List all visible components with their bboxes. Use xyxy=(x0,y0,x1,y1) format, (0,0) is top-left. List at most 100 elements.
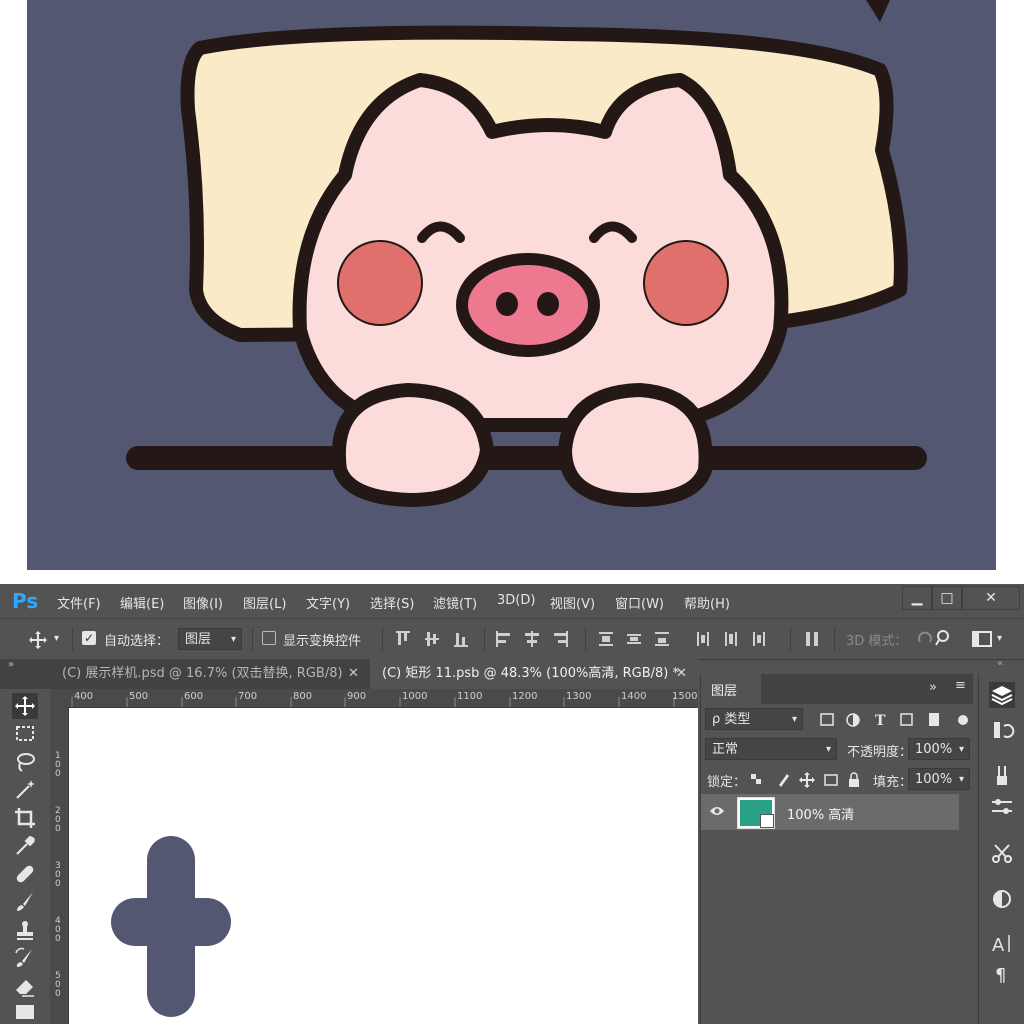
layers-panel-title: 图层 xyxy=(711,684,738,699)
plus-shape xyxy=(111,836,231,1017)
chevron-down-icon[interactable]: ▾ xyxy=(54,633,59,644)
menu-3d[interactable]: 3D(D) xyxy=(497,593,535,608)
menu-filter[interactable]: 滤镜(T) xyxy=(433,593,477,612)
fill-label: 填充： xyxy=(873,775,913,790)
chevron-down-icon: ▾ xyxy=(958,744,964,755)
crop-tool-icon[interactable] xyxy=(12,805,38,831)
pig-right-cheek xyxy=(643,240,729,326)
menu-type[interactable]: 文字(Y) xyxy=(306,593,350,612)
menu-file[interactable]: 文件(F) xyxy=(57,593,101,612)
marquee-tool-icon[interactable] xyxy=(12,721,38,747)
tab-mockup[interactable]: (C) 展示样机.psd @ 16.7% (双击替换, RGB/8) ✕ xyxy=(50,659,368,689)
3d-mode-label: 3D 模式： xyxy=(846,634,908,649)
adjustments-icon[interactable] xyxy=(989,886,1015,912)
chevron-down-icon: ▾ xyxy=(230,634,236,645)
move-tool-icon[interactable] xyxy=(12,693,38,719)
close-icon[interactable]: ✕ xyxy=(676,659,687,689)
ruler-label: 2 0 0 xyxy=(55,806,61,834)
align-vertical-icons[interactable] xyxy=(395,629,475,649)
gradient-tool-icon[interactable] xyxy=(12,1001,38,1027)
move-tool-icon[interactable] xyxy=(28,630,48,650)
history-brush-icon[interactable] xyxy=(12,945,38,971)
menu-layer[interactable]: 图层(L) xyxy=(243,593,286,612)
lock-icons[interactable] xyxy=(749,771,859,789)
eraser-tool-icon[interactable] xyxy=(12,973,38,999)
lasso-tool-icon[interactable] xyxy=(12,749,38,775)
ruler-horizontal: 400 500 600 700 800 900 1000 1100 1200 1… xyxy=(50,689,698,708)
tab-layers[interactable]: 图层 xyxy=(701,674,761,704)
divider xyxy=(484,627,485,651)
brush-tool-icon[interactable] xyxy=(12,889,38,915)
menu-help[interactable]: 帮助(H) xyxy=(684,593,730,612)
tools-scissors-icon[interactable] xyxy=(989,840,1015,866)
tab-rectangle[interactable]: (C) 矩形 11.psb @ 48.3% (100%高清, RGB/8) * … xyxy=(370,659,698,689)
ruler-label: 3 0 0 xyxy=(55,861,61,889)
layer-row[interactable]: 100% 高清 xyxy=(701,794,959,830)
right-dock: « A ¶ xyxy=(978,658,1024,1024)
auto-align-icon[interactable] xyxy=(804,629,822,649)
layers-panel: 图层 » ≡ ρ 类型 ▾ T 正常 ▾ 不透明度： 100% ▾ 锁定： 填充… xyxy=(700,674,973,1024)
auto-select-checkbox[interactable]: ✓ xyxy=(82,631,96,645)
chevron-down-icon: ▾ xyxy=(791,714,797,725)
auto-select-dropdown[interactable]: 图层 ▾ xyxy=(178,628,242,650)
search-icon[interactable] xyxy=(935,629,953,647)
layer-filter-dropdown[interactable]: ρ 类型 ▾ xyxy=(705,708,803,730)
divider xyxy=(834,627,835,651)
history-icon[interactable] xyxy=(989,718,1015,744)
character-icon[interactable]: A xyxy=(989,930,1015,956)
menu-window[interactable]: 窗口(W) xyxy=(615,593,664,612)
toolbar-collapse-icon[interactable]: » xyxy=(8,659,14,670)
chevron-down-icon: ▾ xyxy=(958,774,964,785)
pig-nostril-right xyxy=(537,292,559,316)
distribute-icons[interactable] xyxy=(597,629,777,649)
adjustments-sliders-icon[interactable] xyxy=(989,794,1015,820)
document-canvas[interactable] xyxy=(69,708,698,1024)
smart-object-icon xyxy=(760,814,774,828)
divider xyxy=(585,627,586,651)
opacity-label: 不透明度： xyxy=(847,745,913,760)
ruler-label: 1000 xyxy=(402,691,428,702)
menu-bar: Ps 文件(F) 编辑(E) 图像(I) 图层(L) 文字(Y) 选择(S) 滤… xyxy=(0,584,1024,618)
svg-text:T: T xyxy=(875,713,886,729)
layers-panel-header: 图层 » ≡ xyxy=(701,674,973,704)
magic-wand-icon[interactable] xyxy=(12,777,38,803)
fill-field[interactable]: 100% ▾ xyxy=(908,768,970,790)
layer-filter-icons[interactable]: T xyxy=(819,711,969,729)
show-transform-label: 显示变换控件 xyxy=(283,634,362,649)
panel-menu-icon[interactable]: ≡ xyxy=(955,678,966,693)
menu-image[interactable]: 图像(I) xyxy=(183,593,223,612)
minimize-button[interactable]: ▁ xyxy=(902,586,932,610)
menu-view[interactable]: 视图(V) xyxy=(550,593,595,612)
pig-illustration xyxy=(27,0,996,570)
align-horizontal-icons[interactable] xyxy=(494,629,574,649)
collapse-right-icon[interactable]: « xyxy=(997,658,1003,669)
brush-presets-icon[interactable] xyxy=(989,762,1015,788)
blend-mode-dropdown[interactable]: 正常 ▾ xyxy=(705,738,837,760)
close-window-button[interactable]: ✕ xyxy=(962,586,1020,610)
menu-edit[interactable]: 编辑(E) xyxy=(120,593,164,612)
3d-rotate-icon[interactable] xyxy=(916,630,934,648)
clone-stamp-icon[interactable] xyxy=(12,917,38,943)
chevron-down-icon[interactable]: ▾ xyxy=(997,633,1002,644)
ruler-label: 1400 xyxy=(621,691,647,702)
ruler-label: 800 xyxy=(293,691,313,702)
healing-brush-icon[interactable] xyxy=(12,861,38,887)
opacity-field[interactable]: 100% ▾ xyxy=(908,738,970,760)
ruler-label: 400 xyxy=(74,691,94,702)
ruler-label: 1200 xyxy=(512,691,538,702)
eye-icon[interactable] xyxy=(709,805,725,817)
ruler-label: 5 0 0 xyxy=(55,971,61,999)
pig-left-paw xyxy=(331,382,495,508)
illustration-preview xyxy=(0,0,1024,580)
workspace-icon[interactable] xyxy=(972,630,992,648)
expand-icon[interactable]: » xyxy=(929,680,937,695)
opacity-value: 100% xyxy=(915,742,953,757)
show-transform-checkbox[interactable] xyxy=(262,631,276,645)
maximize-button[interactable]: □ xyxy=(932,586,962,610)
eyedropper-icon[interactable] xyxy=(12,833,38,859)
close-icon[interactable]: ✕ xyxy=(348,659,359,689)
layers-icon[interactable] xyxy=(989,682,1015,708)
menu-select[interactable]: 选择(S) xyxy=(370,593,414,612)
paragraph-icon[interactable]: ¶ xyxy=(989,960,1015,986)
divider xyxy=(790,627,791,651)
